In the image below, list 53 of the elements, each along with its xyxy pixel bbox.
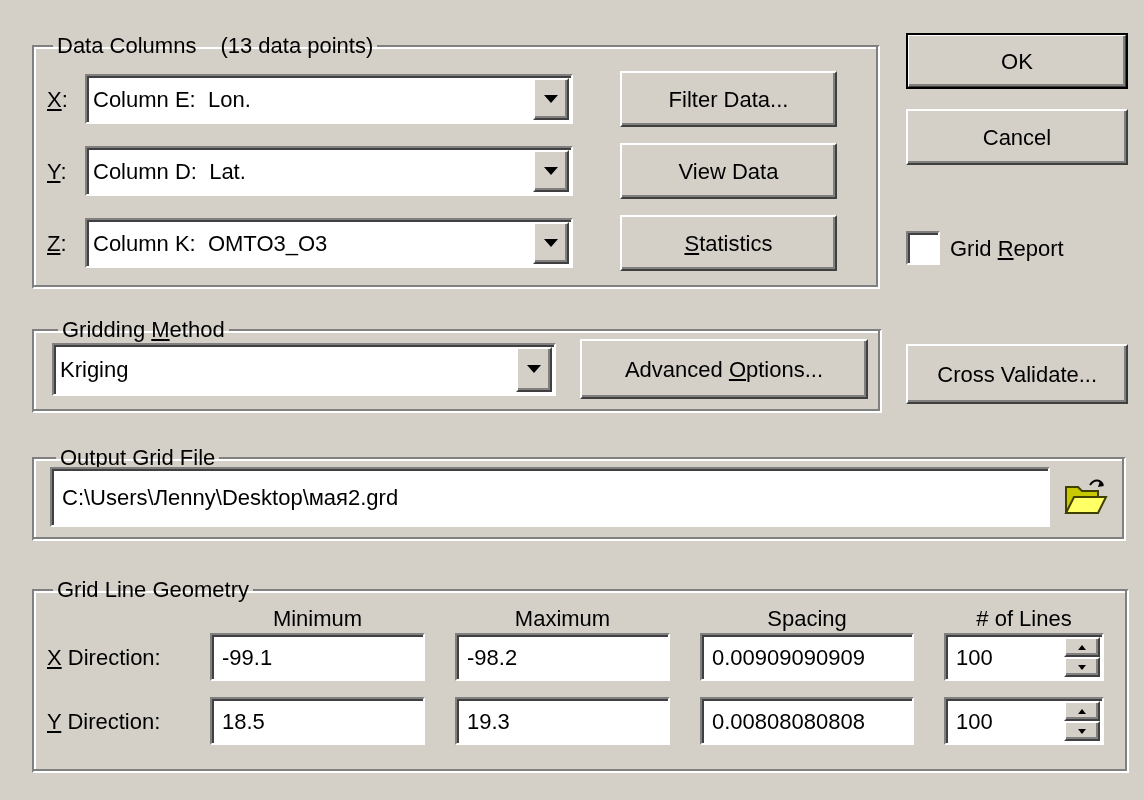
caret-down-icon bbox=[1078, 728, 1086, 734]
caret-down-icon bbox=[527, 365, 541, 373]
column-header: Minimum bbox=[271, 607, 364, 631]
action-button[interactable]: Advanced Options... bbox=[580, 339, 868, 399]
spin-up-button[interactable] bbox=[1064, 637, 1100, 657]
group-title: Grid Line Geometry bbox=[57, 577, 249, 602]
folder-icon[interactable] bbox=[1062, 477, 1108, 517]
field-label: X: bbox=[47, 85, 69, 114]
line-count-spinner[interactable]: 100 bbox=[944, 697, 1104, 745]
action-button[interactable]: Cross Validate... bbox=[906, 344, 1128, 404]
field-label: Y: bbox=[47, 157, 68, 186]
caret-down-icon bbox=[544, 167, 558, 175]
minimum-field[interactable]: -99.1 bbox=[210, 633, 425, 681]
caret-down-icon bbox=[1078, 664, 1086, 670]
column-header: Spacing bbox=[766, 607, 848, 631]
dropdown-field[interactable]: Column D: Lat. bbox=[85, 146, 573, 196]
caret-down-icon bbox=[544, 239, 558, 247]
action-button[interactable]: View Data bbox=[620, 143, 837, 199]
spacing-field[interactable]: 0.00808080808 bbox=[700, 697, 914, 745]
column-header: # of Lines bbox=[975, 607, 1073, 631]
dropdown-button[interactable] bbox=[533, 150, 569, 192]
dialog-button[interactable]: OK bbox=[906, 33, 1128, 89]
data-count: (13 data points) bbox=[220, 33, 374, 59]
row-label: Y Direction: bbox=[47, 707, 162, 736]
maximum-field[interactable]: -98.2 bbox=[455, 633, 670, 681]
dropdown-button[interactable] bbox=[533, 78, 569, 120]
checkbox[interactable] bbox=[906, 231, 940, 265]
dropdown-button[interactable] bbox=[516, 346, 552, 392]
row-label: X Direction: bbox=[47, 643, 162, 672]
column-header: Maximum bbox=[513, 607, 612, 631]
dialog-button[interactable]: Cancel bbox=[906, 109, 1128, 165]
caret-down-icon bbox=[544, 95, 558, 103]
spin-down-button[interactable] bbox=[1064, 657, 1100, 677]
field-label: Z: bbox=[47, 229, 68, 258]
caret-up-icon bbox=[1078, 644, 1086, 650]
minimum-field[interactable]: 18.5 bbox=[210, 697, 425, 745]
group-title: Output Grid File bbox=[60, 445, 216, 470]
group-title: Gridding Method bbox=[62, 317, 225, 342]
caret-up-icon bbox=[1078, 708, 1086, 714]
spin-down-button[interactable] bbox=[1064, 721, 1100, 741]
dropdown-button[interactable] bbox=[533, 222, 569, 264]
maximum-field[interactable]: 19.3 bbox=[455, 697, 670, 745]
checkbox-label: Grid Report bbox=[950, 234, 1064, 263]
spacing-field[interactable]: 0.00909090909 bbox=[700, 633, 914, 681]
action-button[interactable]: Statistics bbox=[620, 215, 837, 271]
line-count-spinner[interactable]: 100 bbox=[944, 633, 1104, 681]
spin-up-button[interactable] bbox=[1064, 701, 1100, 721]
group-title: Data Columns bbox=[57, 33, 197, 59]
file-path-field[interactable]: C:\Users\Лenny\Desktop\мая2.grd bbox=[50, 467, 1050, 527]
dropdown-field[interactable]: Column K: OMTO3_O3 bbox=[85, 218, 573, 268]
action-button[interactable]: Filter Data... bbox=[620, 71, 837, 127]
dropdown-field[interactable]: Kriging bbox=[52, 342, 556, 396]
dropdown-field[interactable]: Column E: Lon. bbox=[85, 74, 573, 124]
